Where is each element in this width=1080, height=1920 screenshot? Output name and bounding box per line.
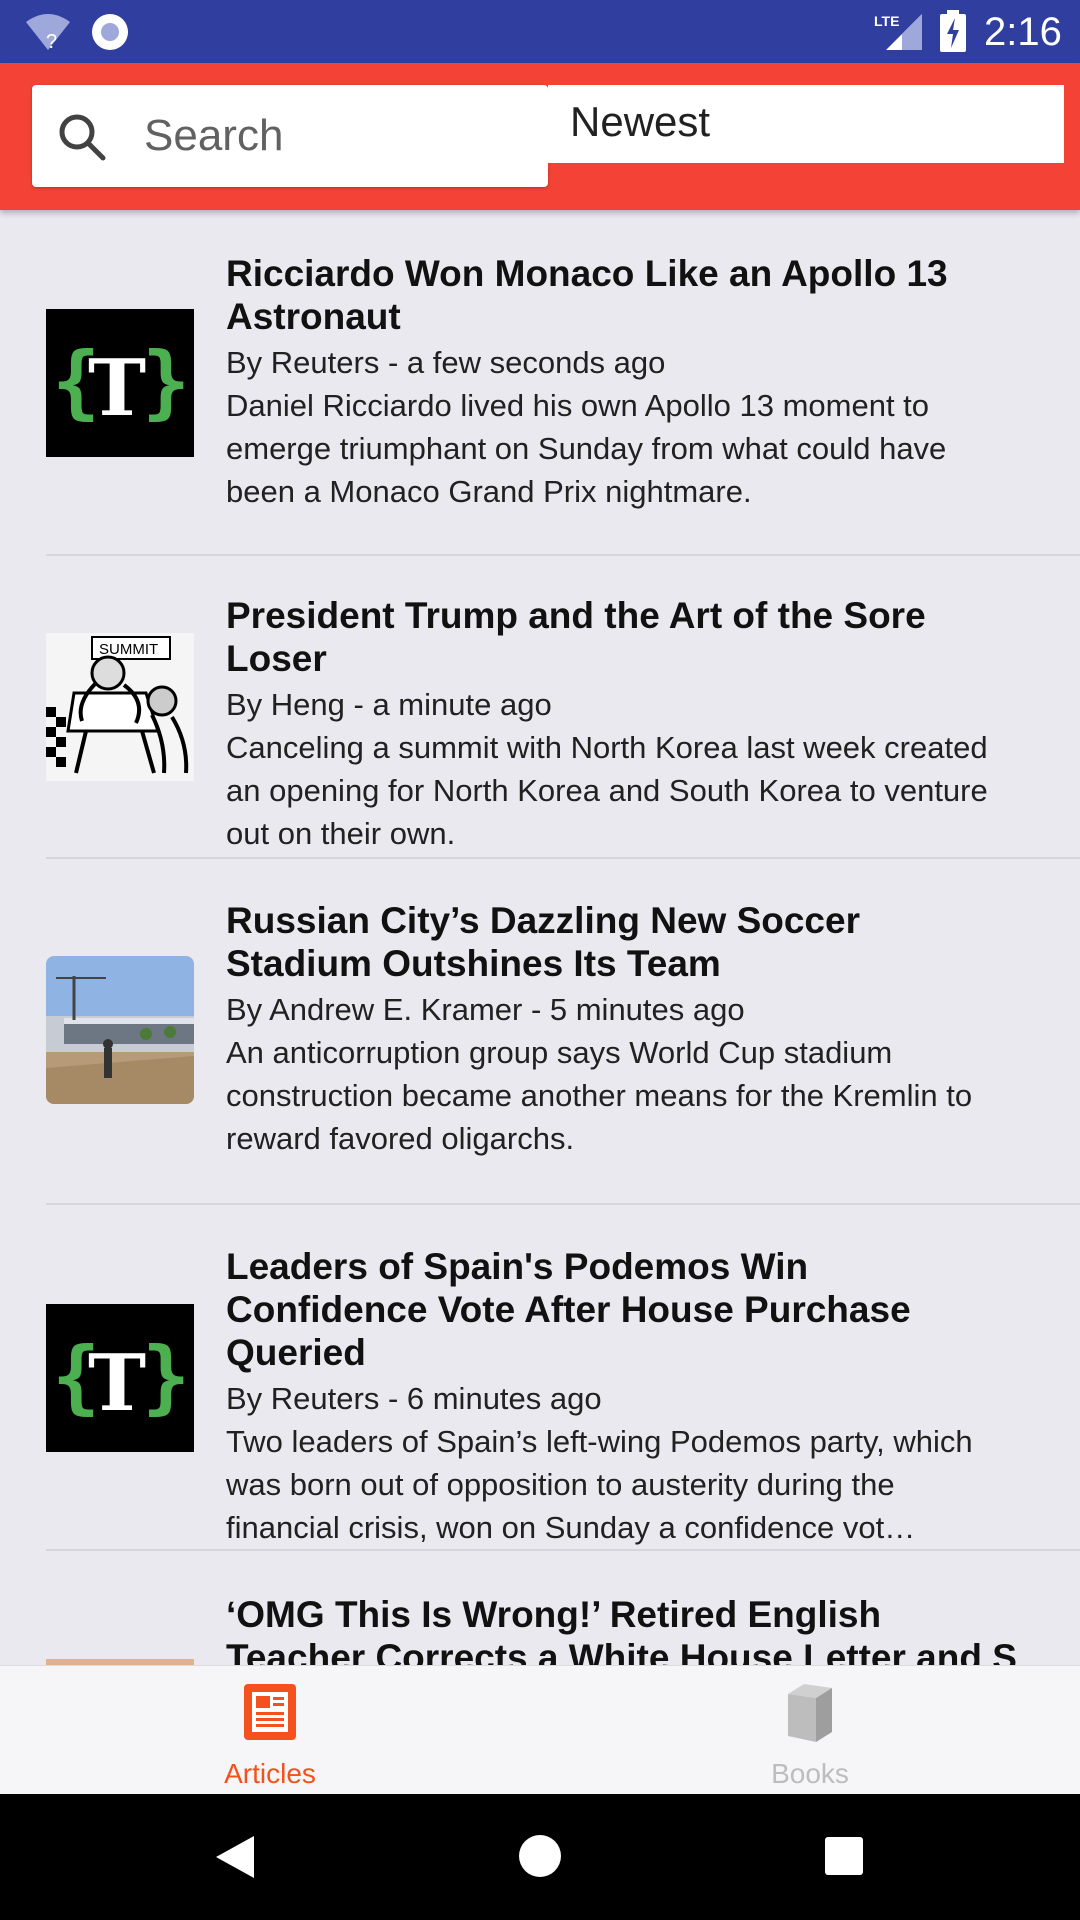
nyt-logo-icon: { } T: [46, 1304, 194, 1452]
wifi-question-icon: ?: [26, 14, 70, 52]
bottom-navigation: Articles Books: [0, 1665, 1080, 1794]
article-icon: [244, 1684, 296, 1740]
article-title: ‘OMG This Is Wrong!’ Retired English Tea…: [226, 1594, 1017, 1665]
status-bar: ? LTE 2:16: [0, 0, 1080, 63]
article-byline: By Reuters - 6 minutes ago: [226, 1381, 602, 1416]
svg-text:T: T: [88, 1338, 146, 1429]
article-title: Russian City’s Dazzling New Soccer Stadi…: [226, 900, 860, 984]
svg-text:?: ?: [46, 31, 57, 52]
article-title: Ricciardo Won Monaco Like an Apollo 13 A…: [226, 253, 948, 337]
search-icon[interactable]: [56, 111, 108, 163]
svg-text:LTE: LTE: [874, 13, 899, 29]
nav-tab-books[interactable]: Books: [540, 1666, 1080, 1795]
search-input[interactable]: [144, 105, 524, 167]
sort-dropdown-value: Newest: [570, 98, 711, 145]
article-byline: By Heng - a minute ago: [226, 687, 552, 722]
toolbar: Newest: [0, 63, 1080, 210]
article-item[interactable]: { } T Ricciardo Won Monaco Like an Apoll…: [0, 210, 1080, 556]
stadium-photo-image: [46, 956, 194, 1104]
article-summary: Two leaders of Spain’s left-wing Podemos…: [226, 1424, 973, 1545]
article-item[interactable]: SUMMIT President Trump and the Art of th…: [0, 556, 1080, 859]
svg-text:}: }: [142, 1330, 190, 1423]
nyt-logo-icon: { } T: [46, 309, 194, 457]
article-byline: By Andrew E. Kramer - 5 minutes ago: [226, 992, 745, 1027]
article-summary: Canceling a summit with North Korea last…: [226, 730, 988, 851]
battery-charging-icon: [940, 10, 966, 52]
nav-tab-articles[interactable]: Articles: [0, 1666, 540, 1795]
status-time: 2:16: [984, 10, 1062, 54]
nav-label: Articles: [224, 1758, 316, 1789]
article-item[interactable]: { } T Leaders of Spain's Podemos Win Con…: [0, 1205, 1080, 1551]
recents-icon[interactable]: [824, 1836, 864, 1876]
article-item[interactable]: Russian City’s Dazzling New Soccer Stadi…: [0, 859, 1080, 1205]
svg-text:T: T: [88, 343, 146, 434]
article-summary: Daniel Ricciardo lived his own Apollo 13…: [226, 388, 947, 509]
article-title: President Trump and the Art of the Sore …: [226, 595, 926, 679]
sync-circle-icon: [92, 14, 128, 50]
home-icon[interactable]: [518, 1834, 562, 1878]
article-item[interactable]: ‘OMG This Is Wrong!’ Retired English Tea…: [0, 1551, 1080, 1665]
svg-text:}: }: [142, 335, 190, 428]
sort-dropdown[interactable]: Newest: [548, 85, 1064, 163]
system-navigation-bar: [0, 1794, 1080, 1920]
article-title: Leaders of Spain's Podemos Win Confidenc…: [226, 1246, 911, 1373]
back-icon[interactable]: [214, 1834, 256, 1880]
summit-cartoon-image: SUMMIT: [46, 633, 194, 781]
book-icon: [788, 1684, 832, 1742]
article-summary: An anticorruption group says World Cup s…: [226, 1035, 973, 1156]
nav-label: Books: [771, 1758, 849, 1789]
search-box[interactable]: [32, 85, 548, 187]
article-byline: By Reuters - a few seconds ago: [226, 345, 666, 380]
lte-signal-icon: LTE: [874, 13, 922, 50]
svg-text:SUMMIT: SUMMIT: [99, 641, 158, 658]
article-list[interactable]: { } T Ricciardo Won Monaco Like an Apoll…: [0, 210, 1080, 1665]
